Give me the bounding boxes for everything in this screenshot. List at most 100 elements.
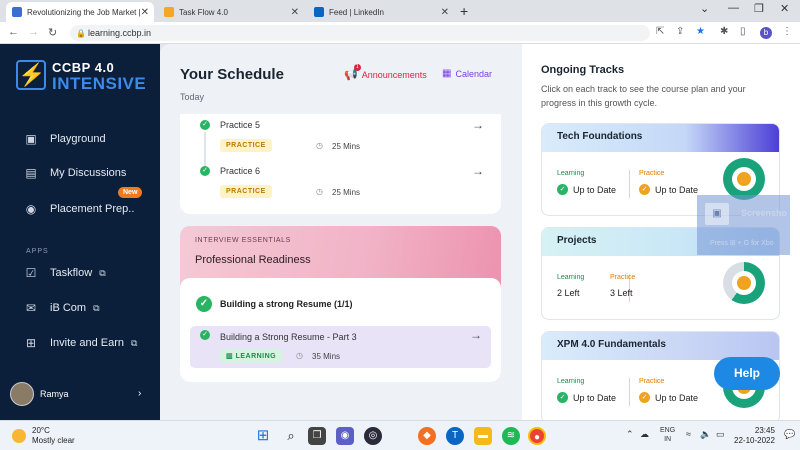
wifi-icon[interactable]: ≈ — [686, 429, 691, 439]
help-button[interactable]: Help — [714, 357, 780, 390]
learning-status: ✓ Up to Date — [557, 184, 616, 195]
practice-card: ✓ Practice 5 PRACTICE ◷ 25 Mins → ✓ Prac… — [180, 114, 501, 214]
taskbar-clock[interactable]: 23:45 22-10-2022 — [734, 426, 775, 446]
module-heading[interactable]: ✓ Building a strong Resume (1/1) — [196, 296, 353, 312]
clock-icon: ◷ — [316, 187, 323, 196]
learning-status: ✓ Up to Date — [557, 392, 616, 403]
task-view-icon[interactable]: ❐ — [308, 427, 326, 445]
media-app-icon[interactable]: ◎ — [364, 427, 382, 445]
browser-tab[interactable]: Feed | LinkedIn ✕ — [308, 2, 454, 22]
external-link-icon: ⧉ — [99, 267, 106, 278]
divider — [629, 378, 630, 406]
volume-icon[interactable]: 🔈 — [700, 429, 711, 440]
browser-tab-bar: Revolutionizing the Job Market | ✕ Task … — [0, 0, 800, 22]
sidebar-item-playground[interactable]: ▣ Playground — [24, 132, 105, 146]
arrow-right-icon[interactable]: → — [472, 118, 484, 132]
brave-icon[interactable]: ◆ — [418, 427, 436, 445]
language-indicator[interactable]: ENG IN — [660, 426, 675, 444]
share-icon[interactable]: ⇪ — [676, 26, 684, 37]
tab-favicon-icon — [12, 7, 22, 17]
external-link-icon: ⧉ — [93, 302, 100, 313]
sidebar: ⚡ CCBP 4.0 INTENSIVE ▣ Playground ▤ My D… — [0, 44, 160, 420]
screenshot-overlay[interactable]: ▣ Screensho Press ⊞ + G for Xbo — [697, 195, 790, 255]
windows-start-icon[interactable]: ⊞ — [254, 427, 272, 445]
browser-tab[interactable]: Task Flow 4.0 ✕ — [158, 2, 304, 22]
close-tab-icon[interactable]: ✕ — [291, 7, 299, 18]
minimize-icon[interactable]: — — [728, 2, 739, 14]
profile-avatar[interactable]: b — [760, 27, 772, 39]
interview-essentials-card: INTERVIEW ESSENTIALS Professional Readin… — [180, 226, 501, 382]
sidepanel-icon[interactable]: ▯ — [740, 26, 746, 37]
bookmark-star-icon[interactable]: ★ — [696, 26, 705, 37]
sidebar-item-discussions[interactable]: ▤ My Discussions — [24, 166, 126, 180]
moon-cloud-icon — [12, 429, 26, 443]
close-window-icon[interactable]: ✕ — [780, 2, 789, 15]
page-subtitle: Today — [180, 92, 205, 102]
chrome-icon[interactable]: ● — [528, 427, 546, 445]
screenshot-icon: ▣ — [705, 203, 729, 225]
check-icon: ✓ — [639, 392, 650, 403]
progress-ring — [723, 262, 765, 304]
clock-icon: ◷ — [316, 141, 323, 150]
open-external-icon[interactable]: ⇱ — [656, 26, 664, 37]
practice-status: ✓ Up to Date — [639, 184, 698, 195]
user-profile[interactable]: Ramya — [10, 382, 69, 406]
sidebar-item-invite-earn[interactable]: ⊞ Invite and Earn ⧉ — [24, 336, 137, 350]
sidebar-item-taskflow[interactable]: ☑ Taskflow ⧉ — [24, 266, 106, 280]
practice-item[interactable]: ✓ Practice 5 PRACTICE ◷ 25 Mins → — [200, 118, 490, 166]
extensions-icon[interactable]: ✱ — [720, 26, 728, 37]
logo-bolt-icon: ⚡ — [16, 60, 46, 90]
gift-icon: ⊞ — [25, 336, 37, 350]
teams-icon[interactable]: ◉ — [336, 427, 354, 445]
cloud-icon[interactable]: ☁ — [640, 429, 649, 440]
restore-icon[interactable]: ❐ — [754, 2, 764, 15]
terminal-icon: ▣ — [25, 132, 37, 146]
section-description: Click on each track to see the course pl… — [541, 84, 746, 108]
browser-tab[interactable]: Revolutionizing the Job Market | ✕ — [6, 2, 154, 22]
learning-item[interactable]: ✓ Building a Strong Resume - Part 3 ▥ LE… — [190, 326, 491, 368]
chevron-right-icon[interactable]: › — [138, 388, 141, 399]
url-field[interactable]: 🔒 learning.ccbp.in — [70, 25, 650, 41]
page-title: Your Schedule — [180, 66, 284, 83]
announcements-button[interactable]: 📢 1 Announcements — [344, 64, 427, 81]
chevron-down-icon[interactable]: ⌄ — [700, 2, 709, 15]
learning-badge: ▥ LEARNING — [220, 349, 283, 363]
check-icon: ✓ — [639, 184, 650, 195]
chevron-up-icon[interactable]: ⌃ — [626, 429, 634, 440]
calendar-icon: ▦ — [442, 68, 452, 79]
check-icon: ✓ — [200, 120, 210, 130]
schedule-panel: Your Schedule Today 📢 1 Announcements ▦ C… — [160, 44, 522, 420]
card-title: Professional Readiness — [195, 254, 311, 266]
telegram-icon[interactable]: T — [446, 427, 464, 445]
plus-icon[interactable]: + — [460, 3, 468, 19]
spotify-icon[interactable]: ≋ — [502, 427, 520, 445]
battery-icon[interactable]: ▭ — [716, 429, 725, 440]
avatar — [10, 382, 34, 406]
forward-icon[interactable]: → — [28, 26, 39, 38]
arrow-right-icon[interactable]: → — [470, 328, 482, 342]
back-icon[interactable]: ← — [8, 26, 19, 38]
megaphone-icon: ✉ — [25, 301, 37, 315]
file-explorer-icon[interactable]: ▬ — [474, 427, 492, 445]
practice-badge: PRACTICE — [220, 185, 272, 198]
sidebar-item-placement-prep[interactable]: ◉ Placement Prep.. — [24, 202, 135, 216]
check-icon: ✓ — [557, 184, 568, 195]
weather-widget[interactable]: 20°C Mostly clear — [12, 426, 75, 446]
reload-icon[interactable]: ↻ — [48, 26, 57, 39]
lock-icon: 🔒 — [76, 28, 86, 38]
sidebar-item-ibcom[interactable]: ✉ iB Com ⧉ — [24, 301, 100, 315]
practice-item[interactable]: ✓ Practice 6 PRACTICE ◷ 25 Mins → — [200, 164, 490, 208]
search-icon[interactable]: ⌕ — [282, 427, 300, 445]
arrow-right-icon[interactable]: → — [472, 164, 484, 178]
practice-status: ✓ Up to Date — [639, 392, 698, 403]
close-tab-icon[interactable]: ✕ — [441, 7, 449, 18]
more-menu-icon[interactable]: ⋮ — [782, 26, 792, 37]
notification-icon[interactable]: 💬 — [784, 429, 795, 440]
address-bar-row: ← → ↻ 🔒 learning.ccbp.in ⇱ ⇪ ★ ✱ ▯ b ⋮ — [0, 22, 800, 44]
logo[interactable]: ⚡ CCBP 4.0 INTENSIVE — [16, 60, 151, 94]
person-icon: ◉ — [25, 202, 37, 216]
calendar-button[interactable]: ▦ Calendar — [442, 68, 492, 79]
clock-icon: ◷ — [296, 351, 303, 360]
taskbar: 20°C Mostly clear ⊞ ⌕ ❐ ◉ ◎ ◆ T ▬ ≋ ● ⌃ ☁… — [0, 420, 800, 450]
close-tab-icon[interactable]: ✕ — [141, 7, 149, 18]
